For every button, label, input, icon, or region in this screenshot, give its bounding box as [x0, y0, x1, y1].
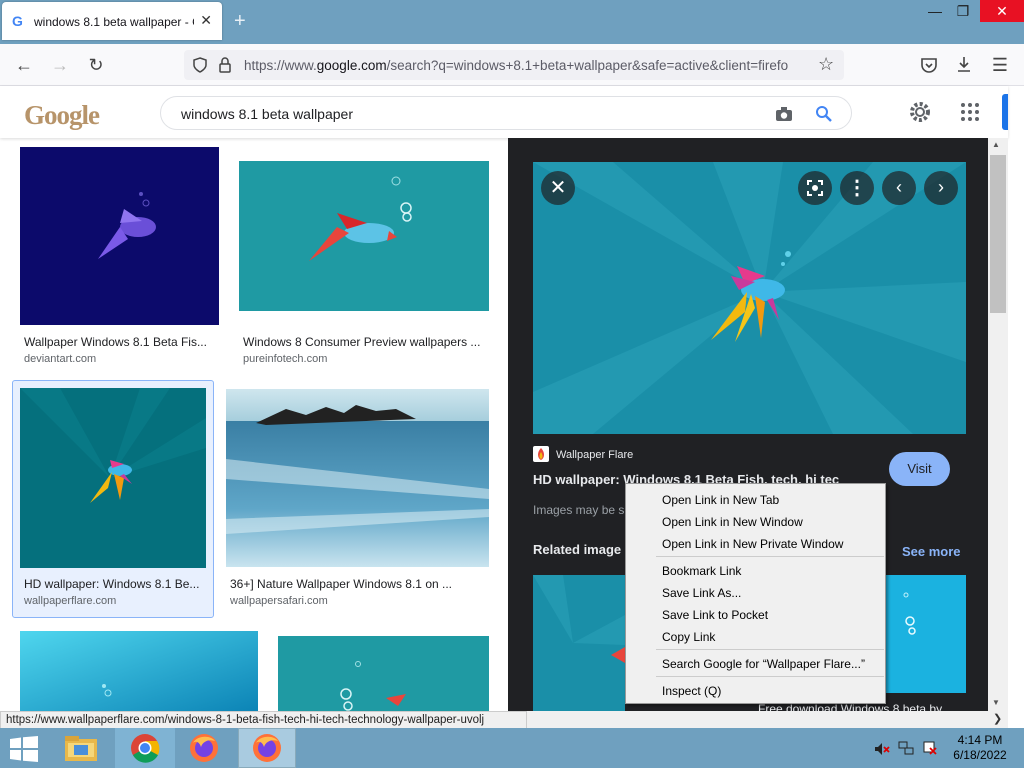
camera-icon[interactable] [775, 106, 793, 122]
menu-separator [656, 676, 884, 677]
close-preview-button[interactable]: ✕ [541, 171, 575, 205]
lock-icon[interactable] [218, 57, 232, 73]
url-text[interactable]: https://www.google.com/search?q=windows+… [244, 58, 800, 73]
bookmark-star-icon[interactable]: ☆ [818, 54, 834, 75]
taskbar-firefox-active-button[interactable] [238, 728, 296, 768]
menu-item-open-new-tab[interactable]: Open Link in New Tab [662, 493, 779, 507]
result-site-4: wallpapersafari.com [230, 595, 328, 607]
tab-close-button[interactable]: ✕ [200, 12, 212, 29]
action-center-icon[interactable] [922, 740, 938, 756]
visit-button[interactable]: Visit [889, 452, 950, 486]
see-more-link[interactable]: See more [902, 544, 961, 559]
result-site-3: wallpaperflare.com [24, 595, 117, 607]
apps-grid-icon[interactable] [960, 102, 980, 122]
tab-title: windows 8.1 beta wallpaper - Go [34, 15, 194, 29]
reload-icon[interactable]: ↻ [84, 53, 108, 77]
context-menu: Open Link in New Tab Open Link in New Wi… [625, 483, 886, 704]
close-window-button[interactable]: ✕ [980, 0, 1024, 22]
minimize-button[interactable]: — [920, 0, 950, 24]
source-favicon-icon [533, 446, 549, 462]
menu-item-save-link-as[interactable]: Save Link As... [662, 586, 741, 600]
result-caption-2[interactable]: Windows 8 Consumer Preview wallpapers ..… [243, 335, 488, 349]
related-images-heading: Related image [533, 542, 622, 557]
account-button-edge[interactable] [1002, 94, 1008, 130]
result-thumbnail-2[interactable] [239, 161, 489, 311]
volume-muted-icon[interactable] [874, 741, 890, 757]
system-clock[interactable]: 4:14 PM 6/18/2022 [944, 733, 1016, 763]
scroll-down-icon[interactable]: ▼ [992, 698, 1000, 707]
restore-button[interactable]: ❐ [948, 0, 978, 24]
tab-active[interactable]: G windows 8.1 beta wallpaper - Go ✕ [2, 2, 222, 40]
firefox-icon[interactable] [189, 733, 219, 763]
result-caption-4[interactable]: 36+] Nature Wallpaper Windows 8.1 on ... [230, 577, 480, 591]
download-icon[interactable] [955, 55, 973, 73]
google-logo[interactable]: Google [24, 100, 100, 131]
lens-icon [807, 180, 823, 196]
preview-source[interactable]: Wallpaper Flare [556, 449, 633, 461]
clock-time: 4:14 PM [957, 733, 1003, 747]
result-caption-1[interactable]: Wallpaper Windows 8.1 Beta Fis... [24, 335, 214, 349]
more-options-icon[interactable]: ⋮ [840, 171, 874, 205]
menu-item-bookmark-link[interactable]: Bookmark Link [662, 564, 741, 578]
settings-gear-icon[interactable] [908, 100, 932, 124]
scroll-up-icon[interactable]: ▲ [992, 140, 1000, 149]
start-button-windows-icon[interactable] [10, 736, 38, 762]
result-thumbnail-6[interactable] [278, 636, 489, 711]
previous-icon[interactable]: ‹ [882, 171, 916, 205]
navigation-toolbar: ← → ↻ https://www.google.com/search?q=wi… [0, 44, 1024, 86]
lens-button[interactable] [798, 171, 832, 205]
back-icon[interactable]: ← [12, 53, 36, 77]
vertical-scrollbar-thumb[interactable] [990, 155, 1006, 313]
clock-date: 6/18/2022 [953, 748, 1007, 762]
menu-item-open-new-window[interactable]: Open Link in New Window [662, 515, 803, 529]
scroll-right-icon[interactable]: ❯ [993, 712, 1002, 725]
result-thumbnail-4[interactable] [226, 389, 489, 567]
menu-separator [656, 556, 884, 557]
result-site-2: pureinfotech.com [243, 353, 328, 365]
next-icon[interactable]: › [924, 171, 958, 205]
new-tab-button[interactable]: + [234, 10, 246, 33]
shield-icon[interactable] [192, 57, 208, 73]
url-bar[interactable]: https://www.google.com/search?q=windows+… [184, 50, 844, 80]
search-icon[interactable] [815, 105, 833, 123]
result-caption-3[interactable]: HD wallpaper: Windows 8.1 Be... [24, 577, 204, 591]
menu-item-open-private-window[interactable]: Open Link in New Private Window [662, 537, 843, 551]
horizontal-scrollbar[interactable]: ❯ [527, 711, 1008, 728]
menu-item-copy-link[interactable]: Copy Link [662, 630, 715, 644]
menu-icon[interactable]: ☰ [988, 53, 1012, 77]
result-thumbnail-3[interactable] [20, 388, 206, 568]
related-thumbnail-2[interactable] [886, 575, 966, 693]
file-explorer-icon[interactable] [64, 733, 98, 763]
status-bar-url: https://www.wallpaperflare.com/windows-8… [0, 711, 527, 729]
search-input[interactable]: windows 8.1 beta wallpaper [160, 96, 852, 130]
result-thumbnail-5[interactable] [20, 631, 258, 711]
google-header: Google windows 8.1 beta wallpaper [0, 86, 1008, 138]
taskbar-chrome-button[interactable] [115, 728, 175, 768]
firefox-icon [253, 734, 281, 762]
result-site-1: deviantart.com [24, 353, 97, 365]
menu-item-search-google[interactable]: Search Google for “Wallpaper Flare...” [662, 657, 865, 671]
chrome-icon [131, 734, 160, 763]
menu-separator [656, 649, 884, 650]
menu-item-inspect[interactable]: Inspect (Q) [662, 684, 721, 698]
related-thumbnail-1[interactable] [533, 575, 625, 712]
result-thumbnail-1[interactable] [20, 147, 219, 325]
preview-notice: Images may be s [533, 503, 625, 517]
forward-icon[interactable]: → [48, 53, 72, 77]
network-icon[interactable] [898, 740, 914, 756]
pocket-icon[interactable] [920, 56, 938, 74]
search-query[interactable]: windows 8.1 beta wallpaper [181, 106, 353, 122]
google-favicon-icon: G [12, 13, 23, 29]
menu-item-save-to-pocket[interactable]: Save Link to Pocket [662, 608, 768, 622]
